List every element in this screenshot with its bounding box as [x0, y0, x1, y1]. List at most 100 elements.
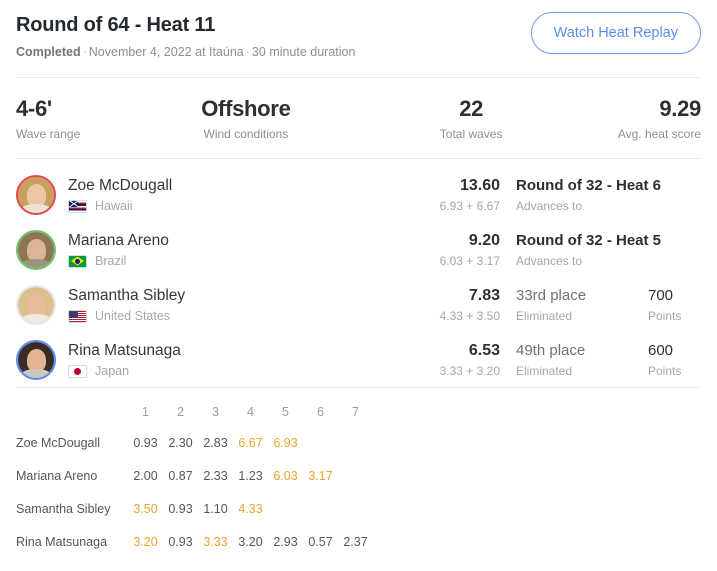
athlete-country: Hawaii [68, 199, 398, 214]
athlete-row[interactable]: Mariana Areno Brazil 9.20 6.03 + 3.17 Round … [16, 222, 701, 277]
result-label: Advances to [516, 253, 583, 268]
wave-score-cell: 3.33 [203, 534, 228, 549]
watch-heat-replay-button[interactable]: Watch Heat Replay [530, 12, 701, 54]
athlete-info: Mariana Areno Brazil [68, 231, 398, 269]
points-value: 600 [648, 341, 674, 359]
heat-detail-page: Round of 64 - Heat 11 Completed · November… [0, 0, 717, 571]
counting-waves-sum: 6.93 + 6.67 [439, 198, 500, 213]
athlete-total-score: 6.53 3.33 + 3.20 [400, 341, 500, 379]
athlete-total-score: 9.20 6.03 + 3.17 [400, 231, 500, 269]
wave-row-athlete-name: Zoe McDougall [16, 435, 101, 450]
country-name: Japan [95, 363, 130, 378]
wave-score-cell: 6.93 [273, 435, 298, 450]
athlete-score-block: 7.83 4.33 + 3.50 33rd place Eliminated 700 Po… [400, 277, 708, 332]
wave-column-header: 4 [247, 405, 254, 419]
athlete-points [648, 193, 708, 196]
heat-duration: 30 minute duration [251, 45, 356, 59]
athlete-name: Zoe McDougall [68, 176, 173, 194]
points-value: 700 [648, 286, 674, 304]
wave-row-athlete-name: Rina Matsunaga [16, 534, 108, 549]
stat-value: 9.29 [659, 96, 701, 121]
stat-value: 22 [459, 96, 484, 121]
stat-label: Avg. heat score [617, 127, 701, 141]
wave-table-row: Rina Matsunaga 3.20 0.93 3.33 3.20 2.93 0.57 2.… [16, 525, 701, 558]
avatar [16, 174, 56, 215]
country-name: Brazil [95, 253, 127, 268]
points-label: Points [648, 363, 682, 378]
athlete-info: Rina Matsunaga Japan [68, 341, 398, 379]
total-score-value: 7.83 [468, 286, 500, 304]
wave-table-row: Mariana Areno 2.00 0.87 2.33 1.23 6.03 3.17 [16, 459, 701, 492]
wave-column-header: 1 [142, 405, 149, 419]
japan-flag [68, 364, 87, 378]
brazil-flag [68, 254, 87, 268]
hawaii-flag [68, 199, 87, 213]
athlete-result: Round of 32 - Heat 6 Advances to [516, 176, 662, 214]
athlete-row[interactable]: Rina Matsunaga Japan 6.53 3.33 + 3.20 49th p… [16, 332, 701, 387]
stat-wind-conditions: Offshore Wind conditions [169, 96, 350, 142]
wave-column-header: 3 [212, 405, 219, 419]
wave-score-cell: 1.10 [203, 501, 228, 516]
heat-date-location: November 4, 2022 at Itaúna [88, 45, 244, 59]
wave-score-cell: 1.23 [238, 468, 263, 483]
athlete-info: Samantha Sibley United States [68, 286, 398, 324]
athlete-country: United States [68, 309, 398, 324]
athlete-name: Mariana Areno [68, 231, 169, 249]
wave-score-table: 1 2 3 4 5 6 7 Zoe McDougall 0.93 2.30 2.83 6.67 6.93… [0, 388, 717, 558]
athlete-info: Zoe McDougall Hawaii [68, 176, 398, 214]
athlete-country: Japan [68, 364, 398, 379]
result-value: 33rd place [516, 286, 587, 304]
wave-column-header: 6 [317, 405, 324, 419]
athlete-result: 49th place Eliminated [516, 341, 631, 379]
result-value: Round of 32 - Heat 5 [516, 231, 662, 249]
total-score-value: 13.60 [459, 176, 500, 194]
wave-score-cell: 0.93 [168, 534, 193, 549]
heat-header: Round of 64 - Heat 11 Completed · November… [0, 0, 717, 70]
wave-score-cell: 0.87 [168, 468, 193, 483]
heat-stats-row: 4-6' Wave range Offshore Wind conditions… [0, 78, 717, 158]
stat-value: Offshore [201, 96, 291, 121]
athlete-score-block: 13.60 6.93 + 6.67 Round of 32 - Heat 6 Adva… [400, 167, 708, 222]
wave-row-athlete-name: Mariana Areno [16, 468, 98, 483]
wave-row-athlete-name: Samantha Sibley [16, 501, 111, 516]
athlete-points: 600 Points [648, 341, 708, 379]
stat-avg-heat-score: 9.29 Avg. heat score [548, 96, 701, 142]
result-label: Eliminated [516, 308, 573, 323]
counting-waves-sum: 4.33 + 3.50 [439, 308, 500, 323]
avatar [16, 229, 56, 270]
avatar [16, 284, 56, 325]
wave-table-header: 1 2 3 4 5 6 7 [16, 398, 701, 426]
wave-score-cell: 2.93 [273, 534, 298, 549]
athlete-row[interactable]: Samantha Sibley United States 7.83 4.33 + 3… [16, 277, 701, 332]
counting-waves-sum: 3.33 + 3.20 [439, 363, 500, 378]
wave-column-header: 7 [352, 405, 359, 419]
athlete-points: 700 Points [648, 286, 708, 324]
athlete-row[interactable]: Zoe McDougall Hawaii 13.60 6.93 + 6.67 Round… [16, 167, 701, 222]
wave-score-cell: 2.83 [203, 435, 228, 450]
stat-label: Wind conditions [203, 127, 289, 141]
athlete-result: 33rd place Eliminated [516, 286, 631, 324]
athlete-result: Round of 32 - Heat 5 Advances to [516, 231, 662, 269]
result-label: Eliminated [516, 363, 573, 378]
avatar [16, 339, 56, 380]
wave-score-cell: 2.30 [168, 435, 193, 450]
result-value: Round of 32 - Heat 6 [516, 176, 662, 194]
points-label: Points [648, 308, 682, 323]
wave-score-cell: 6.67 [238, 435, 263, 450]
wave-score-cell: 3.50 [133, 501, 158, 516]
wave-score-cell: 2.00 [133, 468, 158, 483]
wave-score-cell: 3.17 [308, 468, 333, 483]
wave-score-cell: 6.03 [273, 468, 298, 483]
athlete-country: Brazil [68, 254, 398, 269]
stat-wave-range: 4-6' Wave range [16, 96, 169, 142]
country-name: United States [95, 308, 171, 323]
wave-column-header: 5 [282, 405, 289, 419]
counting-waves-sum: 6.03 + 3.17 [439, 253, 500, 268]
wave-score-cell: 3.20 [133, 534, 158, 549]
athlete-score-block: 9.20 6.03 + 3.17 Round of 32 - Heat 5 Advan… [400, 222, 708, 277]
wave-score-cell: 2.37 [343, 534, 368, 549]
result-label: Advances to [516, 198, 583, 213]
wave-score-cell: 4.33 [238, 501, 263, 516]
athlete-total-score: 13.60 6.93 + 6.67 [400, 176, 500, 214]
wave-score-cell: 3.20 [238, 534, 263, 549]
